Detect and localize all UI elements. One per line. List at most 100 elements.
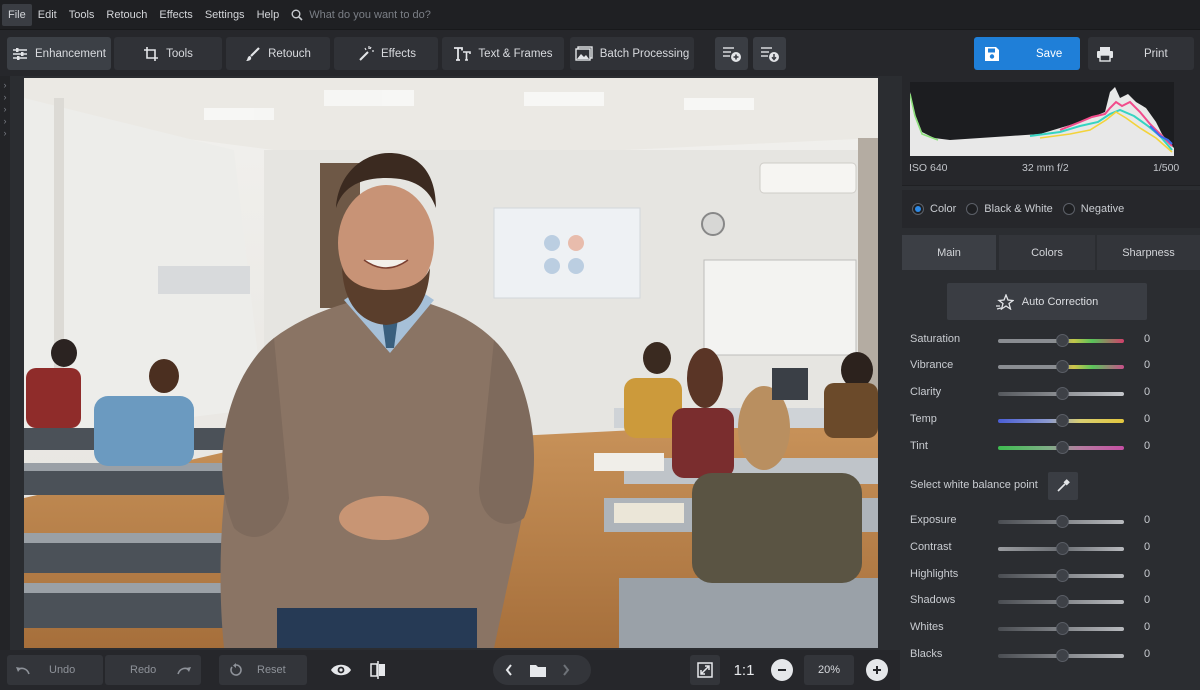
- save-button[interactable]: Save: [974, 37, 1080, 70]
- mode-color-label: Color: [930, 203, 957, 215]
- shadows-slider[interactable]: Shadows 0: [902, 592, 1200, 612]
- reset-button[interactable]: Reset: [219, 655, 307, 685]
- menu-retouch[interactable]: Retouch: [100, 4, 153, 26]
- vibrance-label: Vibrance: [910, 359, 954, 371]
- histogram-iso: ISO 640: [909, 162, 948, 174]
- highlights-knob[interactable]: [1056, 569, 1069, 582]
- zoom-out-button[interactable]: [771, 659, 793, 681]
- blacks-value: 0: [1144, 648, 1151, 660]
- radio-icon: [966, 203, 979, 215]
- tab-sharpness[interactable]: Sharpness: [1097, 235, 1200, 270]
- image-stack-icon: [575, 46, 593, 61]
- shadows-knob[interactable]: [1056, 595, 1069, 608]
- tab-enhancement[interactable]: Enhancement: [7, 37, 111, 70]
- eyedropper-icon: [1057, 479, 1070, 492]
- fit-to-screen-button[interactable]: [690, 655, 720, 685]
- printer-icon: [1097, 46, 1113, 62]
- command-search[interactable]: What do you want to do?: [291, 9, 431, 21]
- preset-download-icon: [760, 46, 779, 62]
- vibrance-slider[interactable]: Vibrance 0: [902, 357, 1200, 377]
- highlights-value: 0: [1144, 568, 1151, 580]
- white-balance-row: Select white balance point: [902, 472, 1200, 502]
- chevron-right-icon[interactable]: [562, 664, 570, 676]
- classroom-photo: [24, 78, 878, 648]
- save-button-label: Save: [1036, 47, 1063, 60]
- tab-retouch-label: Retouch: [268, 47, 311, 60]
- tab-batch-processing[interactable]: Batch Processing: [570, 37, 694, 70]
- temp-slider[interactable]: Temp 0: [902, 411, 1200, 431]
- saturation-slider[interactable]: Saturation 0: [902, 331, 1200, 351]
- zoom-level[interactable]: 20%: [804, 655, 854, 685]
- mode-negative[interactable]: Negative: [1062, 203, 1124, 215]
- tab-tools[interactable]: Tools: [114, 37, 222, 70]
- contrast-value: 0: [1144, 541, 1151, 553]
- menu-tools[interactable]: Tools: [63, 4, 101, 26]
- temp-value: 0: [1144, 413, 1151, 425]
- whites-knob[interactable]: [1056, 622, 1069, 635]
- print-button-label: Print: [1144, 47, 1168, 60]
- tab-text-frames[interactable]: Text & Frames: [442, 37, 564, 70]
- tab-enhancement-label: Enhancement: [35, 47, 106, 60]
- highlights-slider[interactable]: Highlights 0: [902, 566, 1200, 586]
- mode-black-white[interactable]: Black & White: [966, 203, 1053, 215]
- eyedropper-button[interactable]: [1048, 472, 1078, 500]
- temp-knob[interactable]: [1056, 414, 1069, 427]
- tab-retouch[interactable]: Retouch: [226, 37, 330, 70]
- mode-color[interactable]: Color: [912, 203, 956, 215]
- auto-correction-button[interactable]: Auto Correction: [947, 283, 1147, 320]
- preview-toggle-button[interactable]: [324, 655, 358, 685]
- undo-button[interactable]: Undo: [7, 655, 103, 685]
- menu-effects[interactable]: Effects: [153, 4, 198, 26]
- contrast-knob[interactable]: [1056, 542, 1069, 555]
- floppy-disk-icon: [985, 46, 999, 61]
- menu-settings[interactable]: Settings: [199, 4, 251, 26]
- menu-file[interactable]: File: [2, 3, 32, 26]
- tint-knob[interactable]: [1056, 441, 1069, 454]
- highlights-label: Highlights: [910, 568, 959, 580]
- saturation-knob[interactable]: [1056, 334, 1069, 347]
- blacks-label: Blacks: [910, 648, 943, 660]
- redo-button[interactable]: Redo: [105, 655, 201, 685]
- before-after-button[interactable]: [363, 655, 393, 685]
- whites-slider[interactable]: Whites 0: [902, 619, 1200, 639]
- exposure-slider[interactable]: Exposure 0: [902, 512, 1200, 532]
- menu-help[interactable]: Help: [251, 4, 286, 26]
- clarity-knob[interactable]: [1056, 387, 1069, 400]
- exposure-value: 0: [1144, 514, 1151, 526]
- folder-icon[interactable]: [530, 664, 546, 677]
- clarity-value: 0: [1144, 386, 1151, 398]
- collapsed-side-strip[interactable]: › › › › ›: [0, 76, 10, 650]
- undo-label: Undo: [49, 664, 76, 676]
- blacks-knob[interactable]: [1056, 649, 1069, 662]
- file-navigation: [493, 655, 591, 685]
- vibrance-knob[interactable]: [1056, 360, 1069, 373]
- histogram-shutter: 1/500: [1153, 162, 1180, 174]
- load-preset-button[interactable]: [753, 37, 786, 70]
- save-preset-button[interactable]: [715, 37, 748, 70]
- minus-icon: [778, 669, 786, 671]
- menu-edit[interactable]: Edit: [32, 4, 63, 26]
- chevron-left-icon[interactable]: [505, 664, 513, 676]
- contrast-slider[interactable]: Contrast 0: [902, 539, 1200, 559]
- exposure-knob[interactable]: [1056, 515, 1069, 528]
- radio-icon: [912, 203, 924, 215]
- clarity-slider[interactable]: Clarity 0: [902, 384, 1200, 404]
- photo-canvas[interactable]: [24, 78, 878, 648]
- tint-slider[interactable]: Tint 0: [902, 438, 1200, 458]
- temp-label: Temp: [910, 413, 937, 425]
- tint-value: 0: [1144, 440, 1151, 452]
- tab-main[interactable]: Main: [902, 235, 996, 270]
- exposure-label: Exposure: [910, 514, 957, 526]
- print-button[interactable]: Print: [1088, 37, 1194, 70]
- tab-tools-label: Tools: [166, 47, 193, 60]
- blacks-slider[interactable]: Blacks 0: [902, 646, 1200, 666]
- tab-colors[interactable]: Colors: [999, 235, 1095, 270]
- tab-effects[interactable]: Effects: [334, 37, 438, 70]
- main-toolbar: Enhancement Tools Retouch Effects Text &…: [0, 30, 1200, 76]
- zoom-in-button[interactable]: [866, 659, 888, 681]
- actual-size-button[interactable]: 1:1: [727, 655, 761, 685]
- chevron-right-icon: ›: [3, 104, 7, 114]
- compare-icon: [370, 661, 385, 679]
- saturation-label: Saturation: [910, 333, 961, 345]
- vibrance-value: 0: [1144, 359, 1151, 371]
